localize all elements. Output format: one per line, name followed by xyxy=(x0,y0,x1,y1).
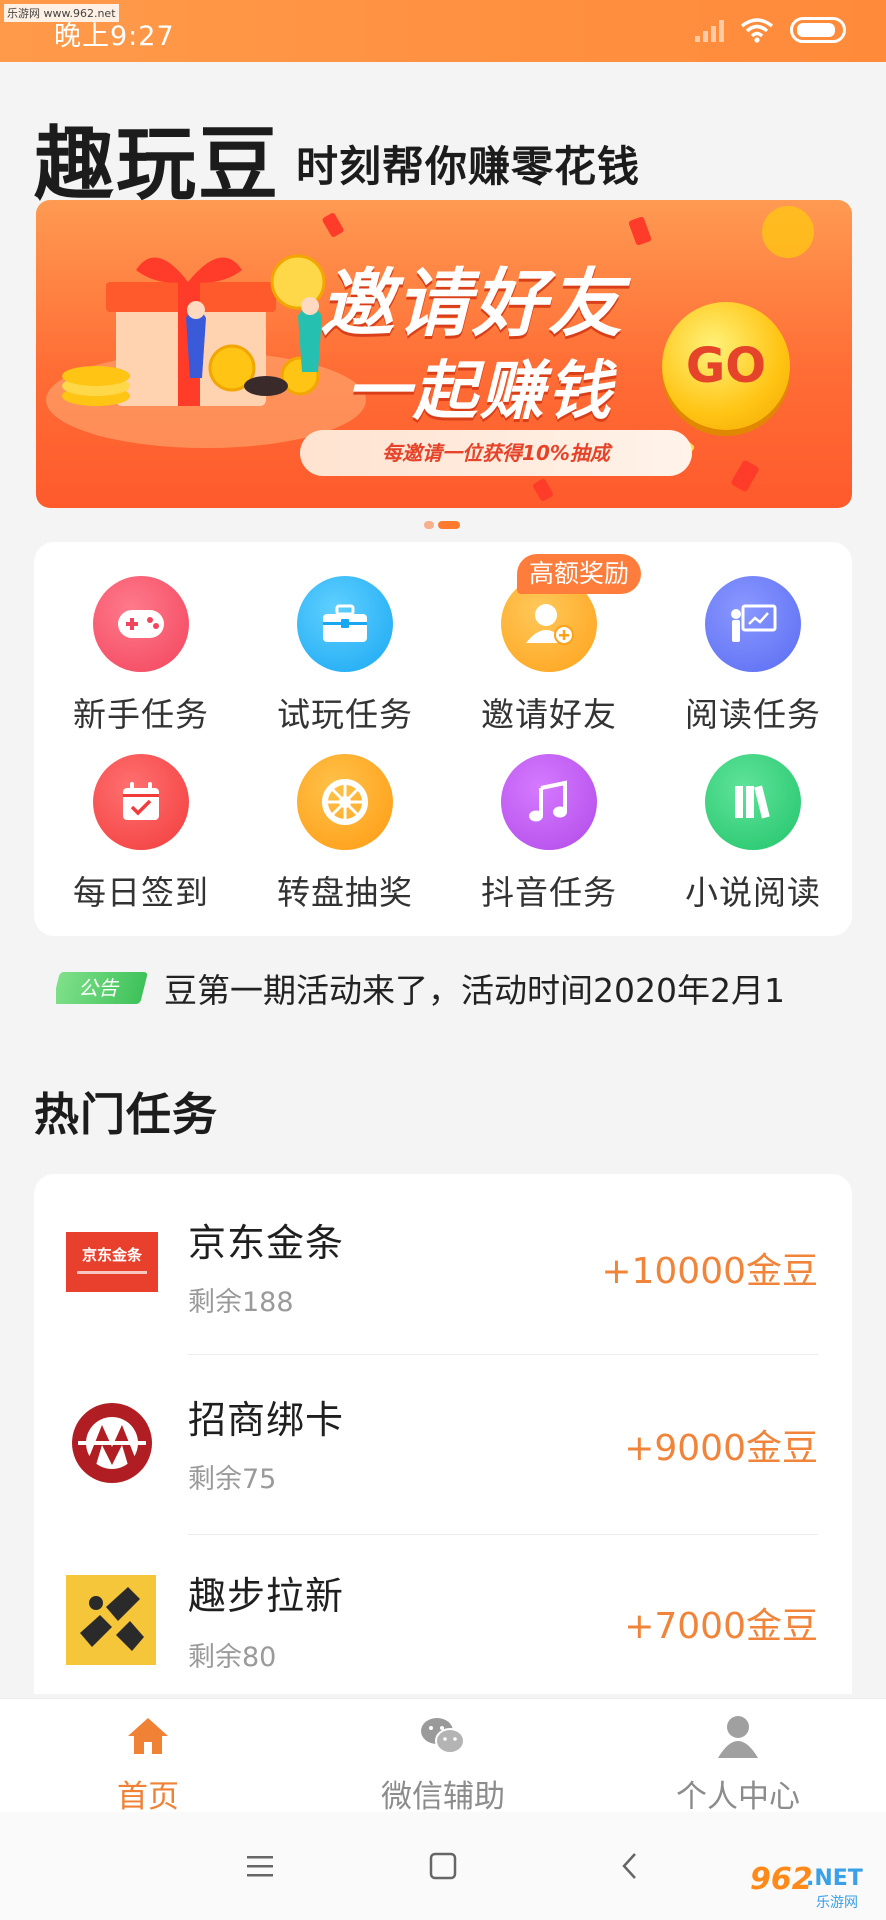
banner-headline: 邀请好友 xyxy=(320,261,624,347)
task-remaining: 剩余80 xyxy=(188,1642,277,1673)
task-row-cmb-card[interactable]: 招商绑卡 剩余75 +9000金豆 xyxy=(34,1355,852,1535)
task-remaining: 剩余75 xyxy=(188,1464,277,1495)
watermark-top: 乐游网 www.962.net xyxy=(4,4,119,22)
task-name: 京东金条 xyxy=(188,1221,345,1265)
watermark-number: 962 xyxy=(750,1862,813,1897)
wechat-icon xyxy=(420,1713,466,1759)
task-reward: +10000金豆 xyxy=(601,1251,818,1292)
tab-label: 微信辅助 xyxy=(381,1779,505,1815)
jd-jintiao-logo: 京东金条 xyxy=(66,1232,158,1292)
cmb-logo xyxy=(72,1403,152,1483)
banner-go-button[interactable]: GO xyxy=(662,302,790,430)
menu-icon[interactable] xyxy=(238,1844,282,1888)
wifi-icon xyxy=(740,18,774,43)
tab-label: 个人中心 xyxy=(676,1779,800,1815)
bottom-tab-bar: 首页 微信辅助 个人中心 xyxy=(0,1698,886,1815)
watermark-bottom: 962 .NET 乐游网 xyxy=(750,1860,880,1912)
grid-item-label: 试玩任务 xyxy=(277,695,413,734)
banner-reward-pill: 每邀请一位获得10%抽成 xyxy=(300,430,692,476)
task-entry-grid: 新手任务 试玩任务 邀请好友 阅读任务 每日签到 转盘抽奖 抖音任务 小说阅读 xyxy=(34,542,852,936)
carousel-dot[interactable] xyxy=(424,521,434,529)
grid-item-label: 邀请好友 xyxy=(481,695,617,734)
presentation-icon xyxy=(705,576,801,672)
grid-item-label: 抖音任务 xyxy=(481,873,617,912)
books-icon xyxy=(705,754,801,850)
briefcase-icon xyxy=(297,576,393,672)
app-slogan: 时刻帮你赚零花钱 xyxy=(296,142,641,191)
tab-label: 首页 xyxy=(117,1779,179,1815)
task-name: 趣步拉新 xyxy=(188,1574,345,1618)
announcement-tag: 公告 xyxy=(56,972,148,1004)
grid-item-douyin-task[interactable]: 抖音任务 xyxy=(447,754,651,914)
back-icon[interactable] xyxy=(608,1844,652,1888)
grid-item-label: 每日签到 xyxy=(73,873,209,912)
grid-item-label: 转盘抽奖 xyxy=(277,873,413,912)
watermark-suffix: .NET xyxy=(806,1866,863,1891)
watermark-cn: 乐游网 xyxy=(816,1895,858,1911)
jd-jintiao-logo-text: 京东金条 xyxy=(81,1246,142,1264)
app-title: 趣玩豆 xyxy=(34,118,280,211)
home-icon xyxy=(125,1713,171,1759)
system-nav-bar: 962 .NET 乐游网 xyxy=(0,1812,886,1920)
task-row-jd-jintiao[interactable]: 京东金条 京东金条 剩余188 +10000金豆 xyxy=(34,1174,852,1355)
tab-profile[interactable]: 个人中心 xyxy=(638,1699,838,1816)
announcement-bar[interactable]: 公告 豆第一期活动来了，活动时间2020年2月1 xyxy=(56,968,836,1008)
announcement-text: 豆第一期活动来了，活动时间2020年2月1 xyxy=(164,971,785,1008)
tab-home[interactable]: 首页 xyxy=(48,1699,248,1816)
qubu-logo xyxy=(66,1575,156,1665)
grid-item-label: 新手任务 xyxy=(73,695,209,734)
grid-item-label: 小说阅读 xyxy=(685,873,821,912)
task-remaining: 剩余188 xyxy=(188,1287,294,1318)
battery-icon xyxy=(790,17,846,43)
grid-item-invite-friends[interactable]: 邀请好友 xyxy=(447,576,651,736)
task-reward: +7000金豆 xyxy=(624,1606,818,1647)
signal-icon xyxy=(695,18,724,42)
grid-item-trial-task[interactable]: 试玩任务 xyxy=(243,576,447,736)
status-icons xyxy=(695,17,846,43)
grid-item-lucky-wheel[interactable]: 转盘抽奖 xyxy=(243,754,447,914)
status-bar: 晚上9:27 xyxy=(0,0,886,62)
hot-task-list: 京东金条 京东金条 剩余188 +10000金豆 招商绑卡 剩余75 +9000… xyxy=(34,1174,852,1694)
gamepad-icon xyxy=(93,576,189,672)
carousel-indicator xyxy=(424,521,460,529)
wheel-icon xyxy=(297,754,393,850)
high-reward-badge: 高额奖励 xyxy=(517,554,642,594)
grid-item-daily-checkin[interactable]: 每日签到 xyxy=(39,754,243,914)
app-screen: 晚上9:27 乐游网 www.962.net 趣玩豆 时刻帮你赚零花钱 邀请好友… xyxy=(0,0,886,1920)
grid-item-reading-task[interactable]: 阅读任务 xyxy=(651,576,855,736)
music-note-icon xyxy=(501,754,597,850)
task-name: 招商绑卡 xyxy=(188,1398,345,1442)
task-reward: +9000金豆 xyxy=(624,1428,818,1469)
person-icon xyxy=(715,1713,761,1759)
home-square-icon[interactable] xyxy=(421,1844,465,1888)
grid-item-novel-reading[interactable]: 小说阅读 xyxy=(651,754,855,914)
carousel-dot-active[interactable] xyxy=(438,521,460,529)
task-row-qubu[interactable]: 趣步拉新 剩余80 +7000金豆 xyxy=(34,1535,852,1694)
hot-tasks-title: 热门任务 xyxy=(34,1088,219,1141)
invite-banner[interactable]: 邀请好友 一起赚钱 每邀请一位获得10%抽成 GO xyxy=(36,200,852,508)
grid-item-newbie-task[interactable]: 新手任务 xyxy=(39,576,243,736)
tab-wechat-assist[interactable]: 微信辅助 xyxy=(343,1699,543,1816)
calendar-check-icon xyxy=(93,754,189,850)
banner-subheadline: 一起赚钱 xyxy=(346,355,614,429)
grid-item-label: 阅读任务 xyxy=(685,695,821,734)
